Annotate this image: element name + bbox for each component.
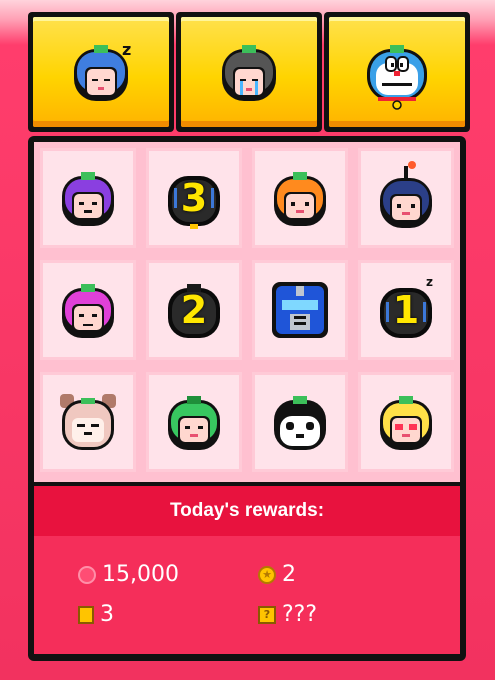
grid-cell[interactable] bbox=[40, 260, 136, 360]
reward-books: 3 bbox=[78, 602, 114, 627]
sleepy-blue-face-icon: z bbox=[56, 27, 146, 117]
grid-cell[interactable] bbox=[358, 372, 454, 472]
reward-star-coins: ★ 2 bbox=[258, 562, 296, 587]
reward-mystery: ? ??? bbox=[258, 602, 317, 627]
grid-cell-locked[interactable]: 2 bbox=[146, 260, 242, 360]
reward-value: ??? bbox=[282, 602, 318, 627]
reward-tomatoes: 15,000 bbox=[78, 562, 179, 587]
rewards-panel: 15,000 ★ 2 3 ? ??? bbox=[34, 536, 460, 654]
purple-grumpy-face-icon bbox=[48, 158, 128, 238]
robot-blue-face-icon bbox=[260, 270, 340, 350]
grid-cell[interactable] bbox=[358, 148, 454, 248]
tomato-icon bbox=[78, 565, 96, 584]
bomb-navy-face-icon bbox=[366, 158, 446, 238]
orange-face-icon bbox=[260, 158, 340, 238]
svg-text:z: z bbox=[426, 275, 433, 289]
unlock-order-number: 1 bbox=[392, 288, 420, 332]
character-grid: 3 2 z 1 bbox=[34, 142, 460, 482]
reward-value: 15,000 bbox=[102, 562, 179, 587]
grid-cell[interactable] bbox=[252, 372, 348, 472]
star-coin-icon: ★ bbox=[258, 565, 276, 584]
mystery-box-icon: ? bbox=[258, 605, 276, 624]
yellow-hearts-face-icon bbox=[366, 382, 446, 462]
grid-cell[interactable] bbox=[40, 148, 136, 248]
doraemon-face-icon bbox=[352, 27, 442, 117]
bear-hood-face-icon bbox=[48, 382, 128, 462]
grid-cell-locked[interactable]: z 1 bbox=[358, 260, 454, 360]
top-card-sleepy[interactable]: z bbox=[28, 12, 174, 132]
top-card-crying[interactable] bbox=[176, 12, 322, 132]
grid-cell[interactable] bbox=[40, 372, 136, 472]
unlock-order-number: 2 bbox=[180, 288, 208, 332]
top-card-doraemon[interactable] bbox=[324, 12, 470, 132]
rewards-title: Today's rewards: bbox=[34, 486, 460, 536]
svg-text:z: z bbox=[122, 40, 131, 59]
magenta-sad-face-icon bbox=[48, 270, 128, 350]
grid-cell[interactable] bbox=[252, 260, 348, 360]
grid-cell[interactable] bbox=[252, 148, 348, 248]
grid-cell-locked[interactable]: 3 bbox=[146, 148, 242, 248]
unlock-order-number: 3 bbox=[180, 176, 208, 220]
reward-value: 3 bbox=[100, 602, 114, 627]
grid-cell[interactable] bbox=[146, 372, 242, 472]
book-icon bbox=[78, 605, 94, 624]
reward-value: 2 bbox=[282, 562, 296, 587]
panda-face-icon bbox=[260, 382, 340, 462]
green-face-icon bbox=[154, 382, 234, 462]
crying-gray-face-icon bbox=[204, 27, 294, 117]
